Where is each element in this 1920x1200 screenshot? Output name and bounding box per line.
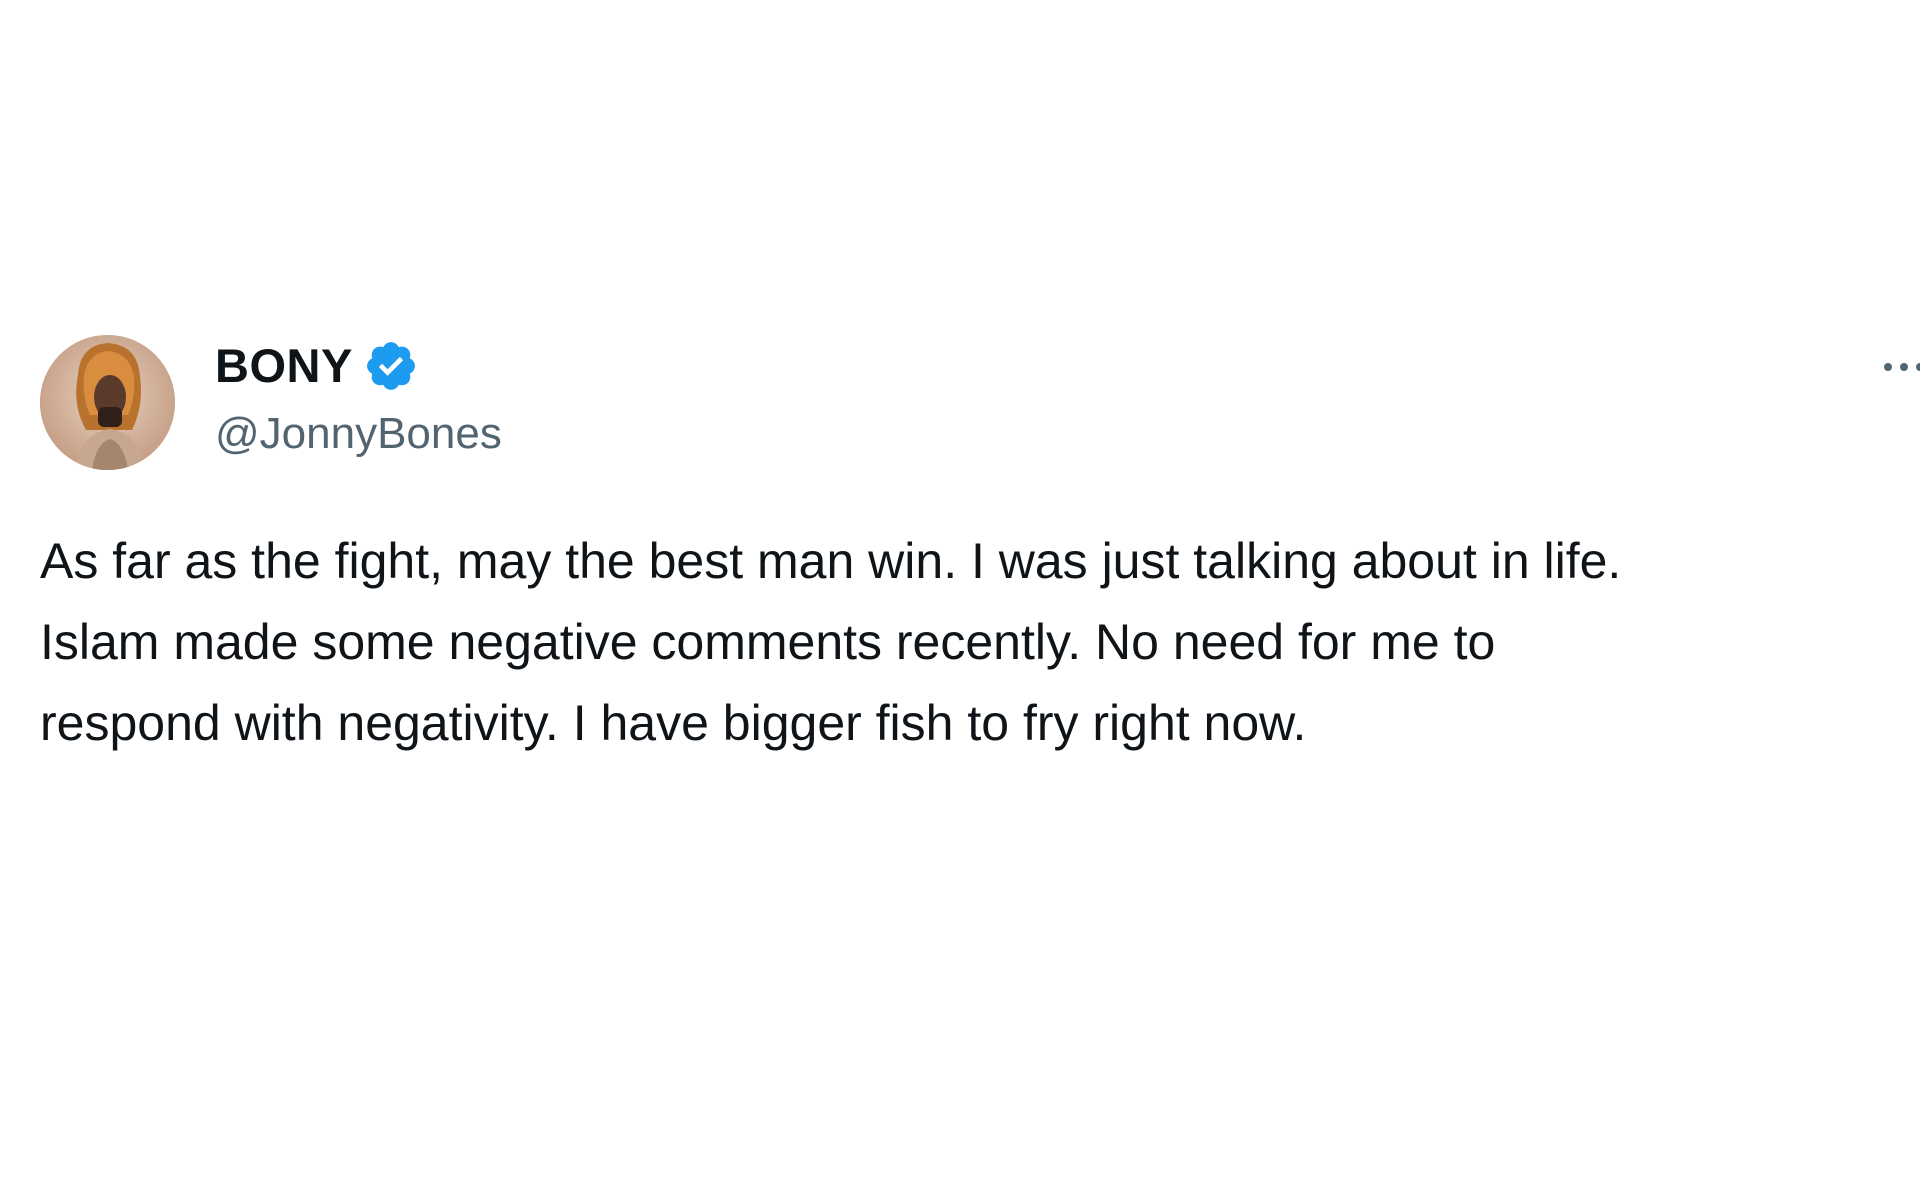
author-name-row[interactable]: BONY: [215, 338, 419, 394]
tweet-card: BONY @JonnyBones As far as the fight, ma…: [0, 0, 1920, 1200]
author-display-name[interactable]: BONY: [215, 338, 353, 394]
more-options-icon[interactable]: [1878, 352, 1920, 382]
avatar[interactable]: [40, 335, 175, 470]
author-handle[interactable]: @JonnyBones: [215, 406, 502, 462]
tweet-text: As far as the fight, may the best man wi…: [40, 533, 1622, 751]
verified-badge-icon: [363, 338, 419, 394]
